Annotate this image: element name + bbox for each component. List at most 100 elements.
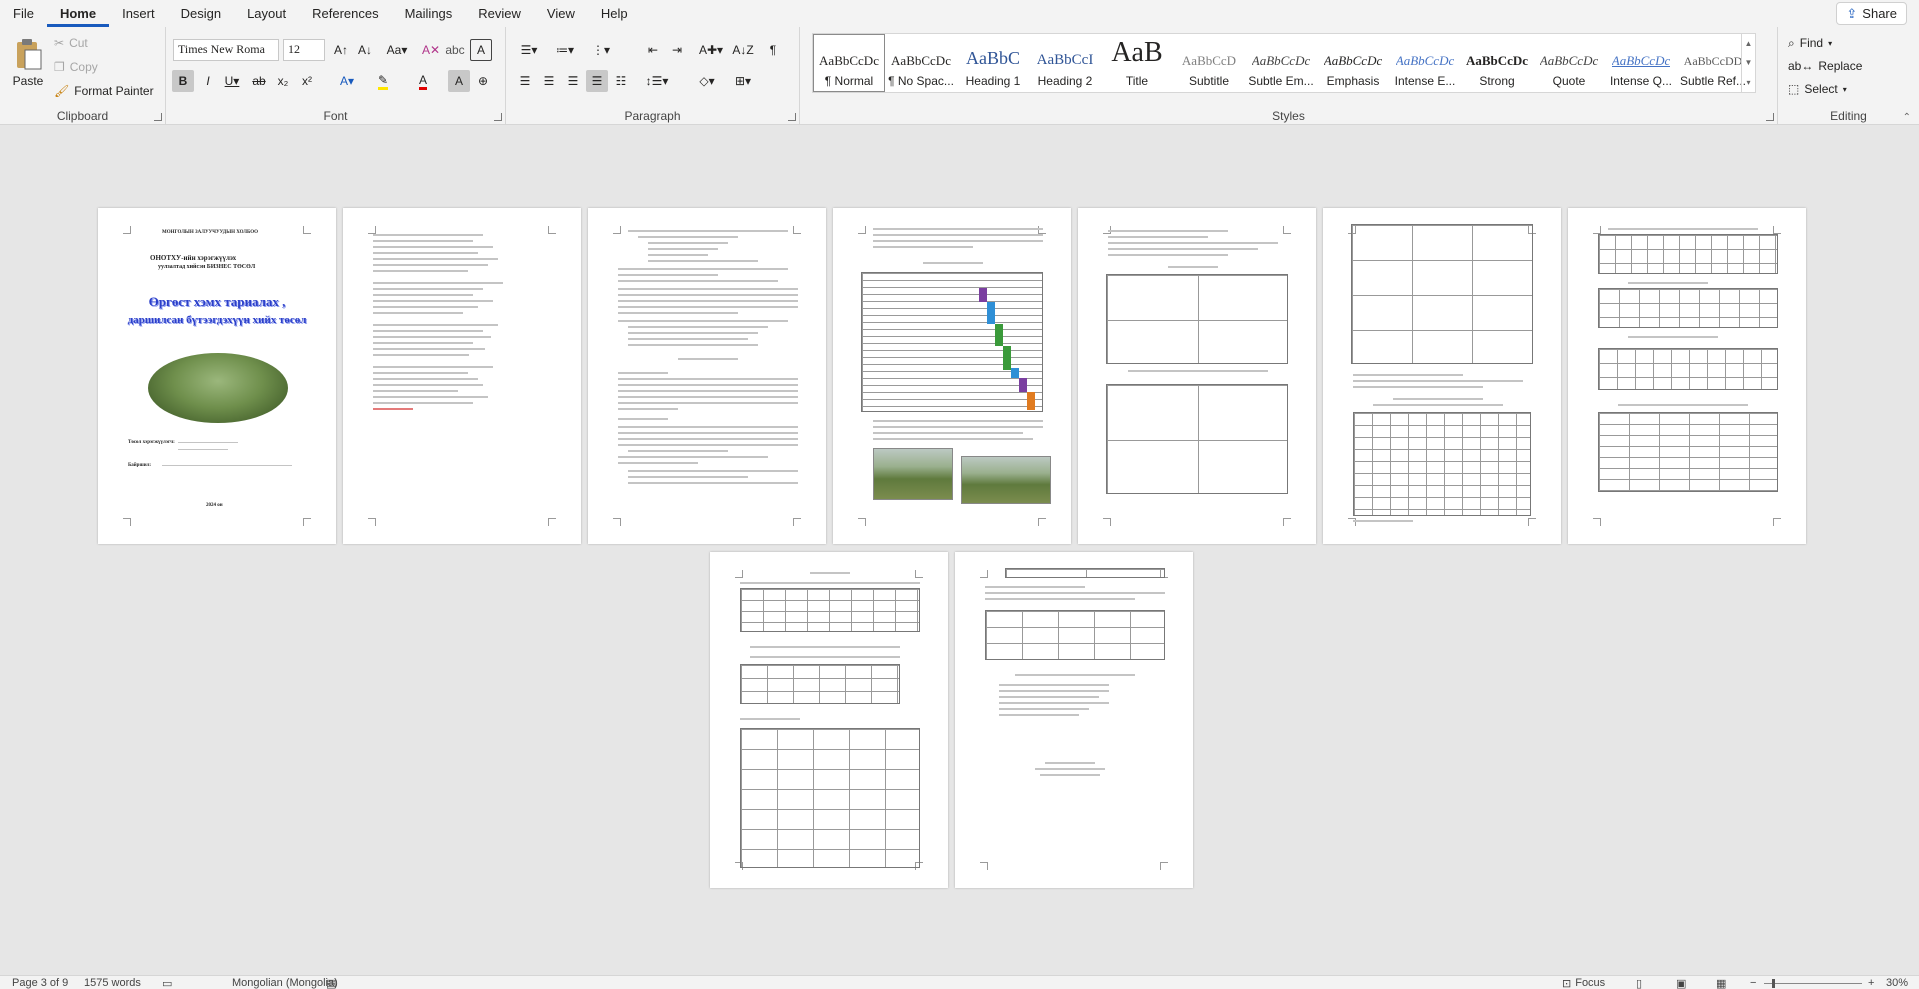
text-effects-button[interactable]: A▾ [336, 70, 358, 92]
highlight-button[interactable]: ✎ [372, 70, 394, 92]
select-button[interactable]: ⬚ Select ▾ [1788, 79, 1847, 99]
shading-button[interactable]: ◇▾ [692, 70, 722, 92]
format-painter-button[interactable]: 🖌 Format Painter [54, 81, 154, 101]
style-normal[interactable]: AaBbCcDc ¶ Normal [813, 34, 885, 92]
justify-button[interactable]: ☰ [586, 70, 608, 92]
numbering-button[interactable]: ≔▾ [550, 39, 580, 61]
align-right-button[interactable]: ☰ [562, 70, 584, 92]
align-center-button[interactable]: ☰ [538, 70, 560, 92]
cover-title-2: даршилсан бүтээгдэхүүн хийх төсөл [127, 314, 307, 326]
styles-launcher[interactable] [1766, 113, 1774, 121]
tab-file[interactable]: File [0, 6, 47, 27]
cut-button[interactable]: ✂ Cut [54, 33, 88, 53]
page-3[interactable] [588, 208, 826, 544]
zoom-level[interactable]: 30% [1886, 976, 1908, 989]
page-4[interactable] [833, 208, 1071, 544]
line-spacing-button[interactable]: ↕☰▾ [642, 70, 672, 92]
enclose-characters-button[interactable]: ⊕ [472, 70, 494, 92]
tab-references[interactable]: References [299, 6, 391, 27]
font-color-button[interactable]: A [412, 70, 434, 92]
superscript-button[interactable]: x² [296, 70, 318, 92]
tab-mailings[interactable]: Mailings [392, 6, 466, 27]
font-name-combo[interactable]: Times New Roma [173, 39, 279, 61]
change-case-button[interactable]: Aa▾ [382, 39, 412, 61]
page-count[interactable]: Page 3 of 9 [12, 976, 68, 989]
proofing-icon[interactable]: ▭ [162, 976, 172, 989]
page-7[interactable] [1568, 208, 1806, 544]
page-1[interactable]: МОНГОЛЫН ЗАЛУУЧУУДЫН ХОЛБОО ОНОТХУ-ийн х… [98, 208, 336, 544]
style-intense-quote[interactable]: AaBbCcDc Intense Q... [1605, 34, 1677, 92]
page-6[interactable] [1323, 208, 1561, 544]
zoom-slider-thumb[interactable] [1772, 979, 1775, 988]
style-emphasis[interactable]: AaBbCcDc Emphasis [1317, 34, 1389, 92]
phonetic-guide-button[interactable]: abc [444, 39, 466, 61]
language-status[interactable]: Mongolian (Mongolia) [232, 976, 338, 989]
print-layout-icon[interactable]: ▣ [1676, 976, 1686, 989]
bullets-button[interactable]: ☰▾ [514, 39, 544, 61]
style-heading-2[interactable]: AaBbCcI Heading 2 [1029, 34, 1101, 92]
grow-font-button[interactable]: A↑ [330, 39, 352, 61]
word-count[interactable]: 1575 words [84, 976, 141, 989]
paste-button[interactable]: Paste [8, 33, 48, 93]
style-subtle-emphasis[interactable]: AaBbCcDc Subtle Em... [1245, 34, 1317, 92]
zoom-in-button[interactable]: + [1868, 976, 1874, 989]
styles-label: Styles [1272, 109, 1305, 123]
web-layout-icon[interactable]: ▦ [1716, 976, 1726, 989]
accessibility-icon[interactable]: ▤ [326, 976, 336, 989]
show-formatting-button[interactable]: ¶ [762, 39, 784, 61]
style-subtitle[interactable]: AaBbCcD Subtitle [1173, 34, 1245, 92]
tab-review[interactable]: Review [465, 6, 534, 27]
page-9[interactable] [955, 552, 1193, 888]
menu-bar: File Home Insert Design Layout Reference… [0, 0, 1919, 27]
styles-scroll[interactable]: ▲ ▼ ▾ [1741, 34, 1755, 92]
document-canvas[interactable]: МОНГОЛЫН ЗАЛУУЧУУДЫН ХОЛБОО ОНОТХУ-ийн х… [0, 126, 1919, 975]
tab-design[interactable]: Design [168, 6, 234, 27]
collapse-ribbon-icon[interactable]: ⌃ [1903, 112, 1911, 123]
asian-layout-button[interactable]: A✚▾ [696, 39, 726, 61]
tab-home[interactable]: Home [46, 6, 110, 27]
clear-formatting-button[interactable]: A✕ [420, 39, 442, 61]
italic-button[interactable]: I [197, 70, 219, 92]
zoom-out-button[interactable]: − [1750, 976, 1756, 989]
strikethrough-button[interactable]: ab [248, 70, 270, 92]
sort-button[interactable]: A↓Z [732, 39, 754, 61]
replace-button[interactable]: ab↔ Replace [1788, 56, 1862, 76]
shrink-font-button[interactable]: A↓ [354, 39, 376, 61]
decrease-indent-button[interactable]: ⇤ [642, 39, 664, 61]
underline-button[interactable]: U▾ [221, 70, 243, 92]
style-no-spacing[interactable]: AaBbCcDc ¶ No Spac... [885, 34, 957, 92]
bold-button[interactable]: B [172, 70, 194, 92]
carryover-table [1005, 568, 1165, 578]
page-2[interactable] [343, 208, 581, 544]
tab-layout[interactable]: Layout [234, 6, 299, 27]
tab-help[interactable]: Help [588, 6, 641, 27]
page-8[interactable] [710, 552, 948, 888]
page-5[interactable] [1078, 208, 1316, 544]
style-strong[interactable]: AaBbCcDc Strong [1461, 34, 1533, 92]
paragraph-launcher[interactable] [788, 113, 796, 121]
read-mode-icon[interactable]: ▯ [1636, 976, 1642, 989]
character-border-button[interactable]: A [470, 39, 492, 61]
tab-insert[interactable]: Insert [109, 6, 168, 27]
style-title[interactable]: AaB Title [1101, 34, 1173, 92]
tab-view[interactable]: View [534, 6, 588, 27]
zoom-slider[interactable] [1764, 983, 1862, 984]
subscript-button[interactable]: x₂ [272, 70, 294, 92]
copy-button[interactable]: ❐ Copy [54, 57, 98, 77]
style-intense-emphasis[interactable]: AaBbCcDc Intense E... [1389, 34, 1461, 92]
character-shading-button[interactable]: A [448, 70, 470, 92]
style-heading-1[interactable]: AaBbC Heading 1 [957, 34, 1029, 92]
font-size-combo[interactable]: 12 [283, 39, 325, 61]
focus-button[interactable]: ⊡ Focus [1562, 976, 1605, 989]
find-button[interactable]: ⌕ Find ▾ [1788, 33, 1832, 53]
clipboard-launcher[interactable] [154, 113, 162, 121]
borders-button[interactable]: ⊞▾ [728, 70, 758, 92]
multilevel-list-button[interactable]: ⋮▾ [586, 39, 616, 61]
distributed-button[interactable]: ☷ [610, 70, 632, 92]
align-left-button[interactable]: ☰ [514, 70, 536, 92]
style-quote[interactable]: AaBbCcDc Quote [1533, 34, 1605, 92]
increase-indent-button[interactable]: ⇥ [666, 39, 688, 61]
style-subtle-reference[interactable]: AaBbCcDD Subtle Ref... [1677, 34, 1749, 92]
share-button[interactable]: ⇪ Share [1836, 2, 1907, 25]
font-launcher[interactable] [494, 113, 502, 121]
